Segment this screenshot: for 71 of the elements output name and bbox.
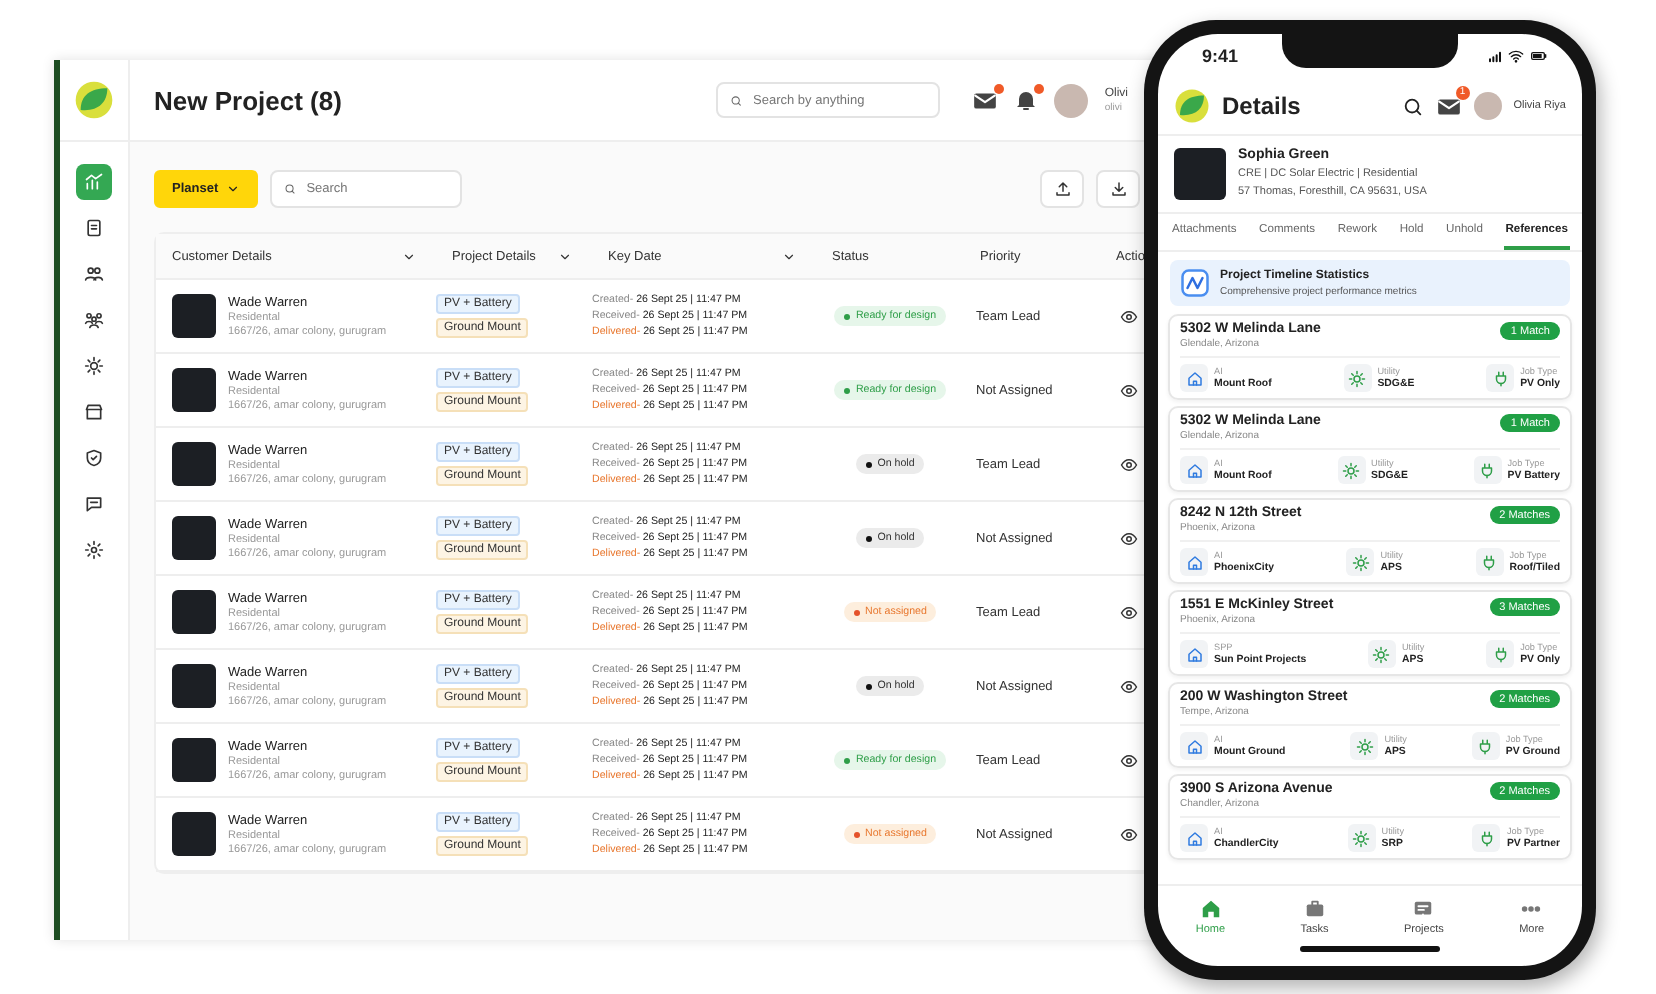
page-title: New Project (8) xyxy=(154,85,344,115)
mail-icon[interactable] xyxy=(972,87,999,113)
house-icon xyxy=(1185,645,1203,663)
photo-placeholder xyxy=(1174,148,1226,200)
home-icon xyxy=(1199,897,1222,919)
photo-placeholder xyxy=(172,294,216,338)
sun-icon xyxy=(1342,461,1361,479)
upload-button[interactable] xyxy=(1040,170,1084,208)
sun-icon xyxy=(1351,553,1370,571)
house-icon xyxy=(1185,553,1203,571)
photo-placeholder xyxy=(172,664,216,708)
status-time: 9:41 xyxy=(1202,46,1239,66)
eye-icon[interactable] xyxy=(1120,603,1138,621)
plug-icon xyxy=(1476,737,1495,755)
eye-icon[interactable] xyxy=(1120,677,1138,695)
chart-icon xyxy=(84,172,104,192)
notification-dot xyxy=(994,83,1005,93)
eye-icon[interactable] xyxy=(1120,455,1138,473)
search-icon[interactable] xyxy=(1401,95,1424,117)
photo-placeholder xyxy=(172,516,216,560)
chevron-down-icon[interactable] xyxy=(402,249,416,263)
sun-icon xyxy=(1348,369,1367,387)
search-icon xyxy=(730,93,744,107)
upload-icon xyxy=(1053,180,1071,198)
photo-placeholder xyxy=(172,590,216,634)
users-icon xyxy=(84,264,104,284)
plug-icon xyxy=(1477,829,1496,847)
battery-icon xyxy=(1528,48,1550,64)
chevron-down-icon[interactable] xyxy=(782,249,796,263)
briefcase-icon xyxy=(1303,897,1326,919)
notification-dot xyxy=(1034,84,1045,94)
plug-icon xyxy=(1480,553,1499,571)
shield-icon xyxy=(84,448,104,468)
team-icon xyxy=(84,310,104,330)
eye-icon[interactable] xyxy=(1120,307,1138,325)
eye-icon[interactable] xyxy=(1120,751,1138,769)
caret-icon xyxy=(226,182,241,196)
mail-icon[interactable] xyxy=(1435,93,1462,119)
sun-icon xyxy=(1352,829,1371,847)
chat-icon xyxy=(1412,897,1435,919)
bell-icon[interactable] xyxy=(1014,88,1039,112)
home-indicator xyxy=(1300,946,1440,952)
photo-placeholder xyxy=(172,442,216,486)
eye-icon[interactable] xyxy=(1120,825,1138,843)
sun-icon xyxy=(1355,737,1374,755)
document-icon xyxy=(84,218,104,238)
logo-icon xyxy=(1174,88,1210,124)
plug-icon xyxy=(1478,461,1497,479)
sun-icon xyxy=(84,356,104,376)
screen-title: Details xyxy=(1222,92,1303,120)
search-icon xyxy=(284,182,297,196)
photo-placeholder xyxy=(172,812,216,856)
store-icon xyxy=(84,402,104,422)
sun-icon xyxy=(1372,645,1391,663)
eye-icon[interactable] xyxy=(1120,529,1138,547)
house-icon xyxy=(1185,461,1203,479)
chat-icon xyxy=(84,494,104,514)
wifi-icon xyxy=(1508,48,1524,64)
chevron-down-icon[interactable] xyxy=(558,249,572,263)
house-icon xyxy=(1185,369,1203,387)
house-icon xyxy=(1185,829,1203,847)
eye-icon[interactable] xyxy=(1120,381,1138,399)
photo-placeholder xyxy=(172,738,216,782)
download-icon xyxy=(1109,180,1127,198)
signal-icon xyxy=(1488,48,1504,64)
download-button[interactable] xyxy=(1096,170,1140,208)
logo-icon xyxy=(74,80,114,120)
plug-icon xyxy=(1491,369,1510,387)
photo-placeholder xyxy=(172,368,216,412)
house-icon xyxy=(1185,737,1203,755)
plug-icon xyxy=(1491,645,1510,663)
